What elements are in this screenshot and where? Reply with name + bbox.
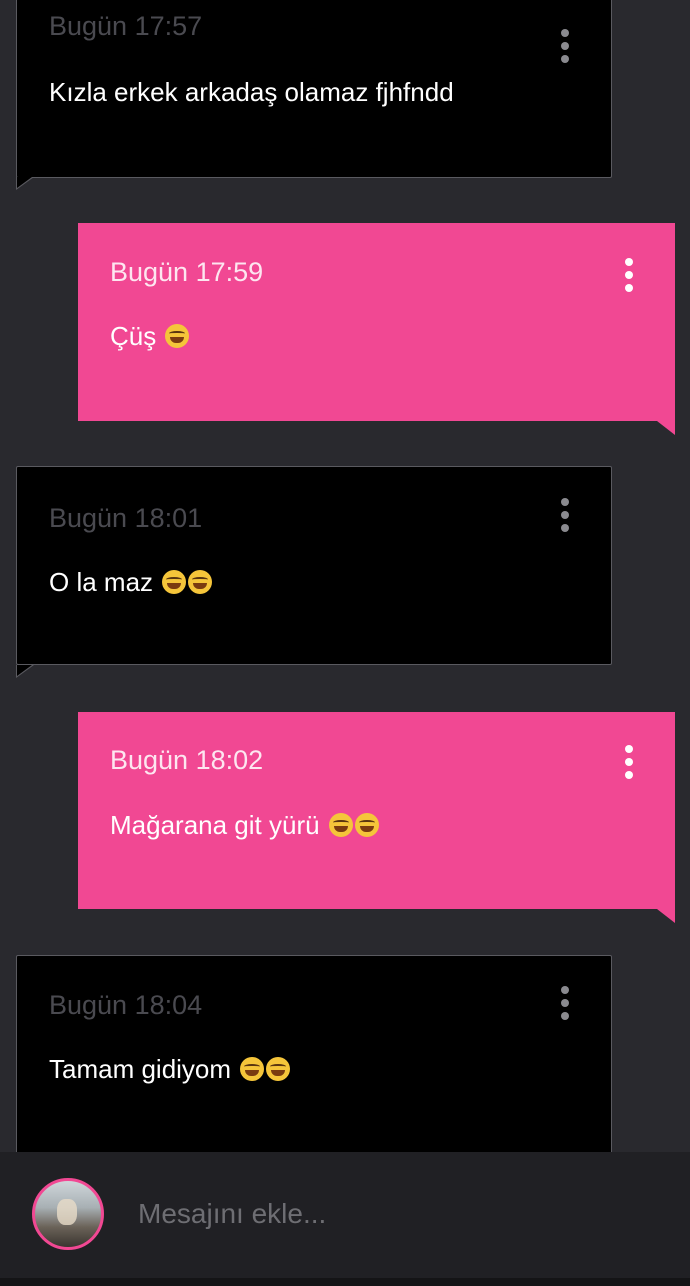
message-text: Mağarana git yürü	[110, 810, 379, 841]
message-text: Çüş	[110, 321, 190, 352]
bubble-tail	[657, 421, 675, 435]
more-options-icon[interactable]	[625, 258, 633, 292]
bubble-tail	[16, 665, 34, 678]
message-text: Kızla erkek arkadaş olamaz fjhfndd	[49, 77, 454, 107]
more-options-icon[interactable]	[561, 986, 569, 1020]
message-bubble-incoming: Bugün 18:04 Tamam gidiyom	[16, 955, 612, 1165]
message-text: O la maz	[49, 567, 213, 598]
user-avatar[interactable]	[32, 1178, 104, 1250]
message-timestamp: Bugün 18:04	[49, 990, 203, 1020]
message-timestamp: Bugün 17:59	[110, 257, 264, 287]
more-options-icon[interactable]	[561, 29, 569, 63]
message-input[interactable]: Mesajını ekle...	[138, 1198, 326, 1230]
more-options-icon[interactable]	[625, 745, 633, 779]
message-bubble-outgoing: Bugün 18:02 Mağarana git yürü	[78, 712, 675, 909]
bubble-tail	[657, 909, 675, 923]
laughing-emoji-icon	[240, 1057, 265, 1081]
laughing-emoji-icon	[165, 324, 190, 348]
laughing-emoji-icon	[188, 570, 213, 594]
laughing-emoji-icon	[266, 1057, 291, 1081]
message-bubble-incoming: Bugün 17:57 Kızla erkek arkadaş olamaz f…	[16, 0, 612, 178]
more-options-icon[interactable]	[561, 498, 569, 532]
message-bubble-incoming: Bugün 18:01 O la maz	[16, 466, 612, 665]
message-timestamp: Bugün 18:02	[110, 745, 264, 775]
laughing-emoji-icon	[162, 570, 187, 594]
message-bubble-outgoing: Bugün 17:59 Çüş	[78, 223, 675, 421]
bubble-tail	[16, 177, 34, 190]
message-timestamp: Bugün 17:57	[49, 11, 203, 41]
message-text: Tamam gidiyom	[49, 1054, 291, 1085]
laughing-emoji-icon	[328, 813, 353, 837]
laughing-emoji-icon	[354, 813, 379, 837]
message-timestamp: Bugün 18:01	[49, 503, 203, 533]
bottom-edge	[0, 1278, 690, 1286]
